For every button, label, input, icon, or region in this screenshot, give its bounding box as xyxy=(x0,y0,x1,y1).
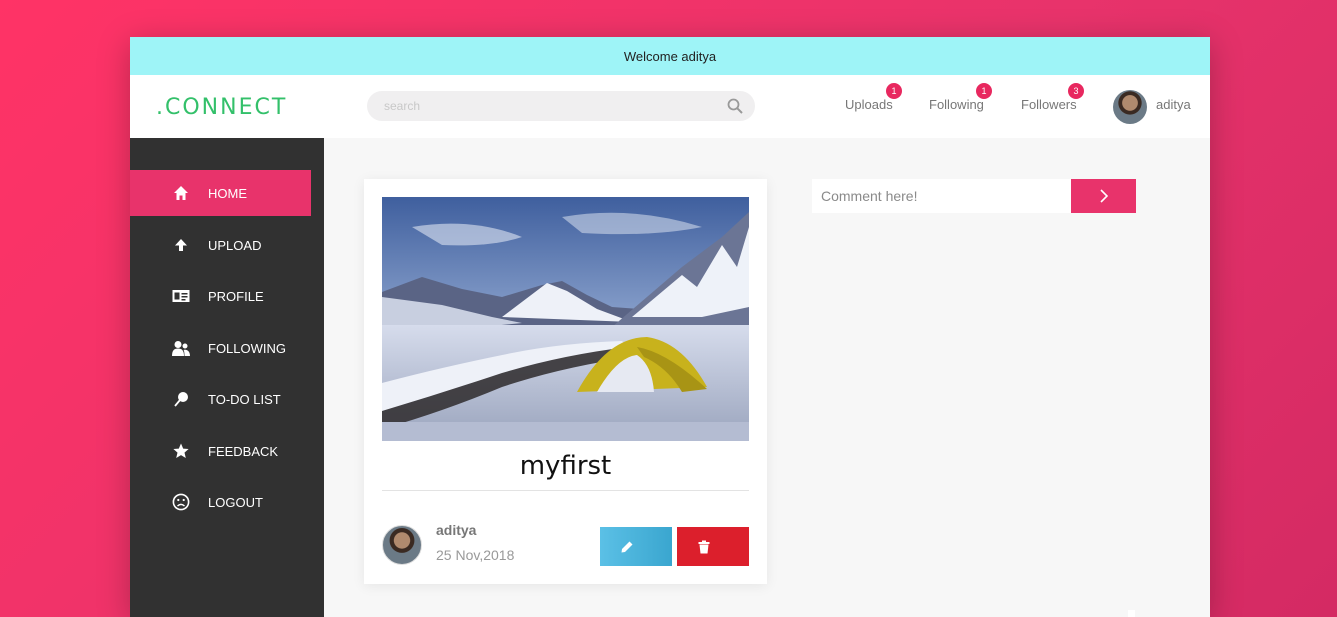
sidebar-item-label: HOME xyxy=(208,185,247,201)
top-navbar: .CONNECT Uploads 1 Following 1 Followers… xyxy=(130,75,1210,138)
sidebar-item-label: FEEDBACK xyxy=(208,443,279,459)
search-icon[interactable] xyxy=(727,98,743,114)
user-name[interactable]: aditya xyxy=(1156,97,1191,112)
welcome-text: Welcome aditya xyxy=(623,48,717,64)
users-icon xyxy=(172,339,190,357)
sidebar-item-logout[interactable]: LOGOUT xyxy=(130,479,311,525)
sidebar-item-todo[interactable]: TO-DO LIST xyxy=(130,376,311,422)
post-image[interactable] xyxy=(382,197,749,441)
post-divider xyxy=(382,490,749,491)
sidebar-item-profile[interactable]: PROFILE xyxy=(130,273,311,319)
brand-logo[interactable]: .CONNECT xyxy=(156,95,287,120)
home-icon xyxy=(172,184,190,202)
comment-send-button[interactable] xyxy=(1071,179,1136,213)
nav-uploads-label: Uploads xyxy=(845,97,893,112)
sidebar-item-label: PROFILE xyxy=(208,288,264,304)
sad-face-icon xyxy=(172,493,190,511)
sidebar-item-label: LOGOUT xyxy=(208,494,263,510)
followers-count-badge: 3 xyxy=(1068,83,1084,99)
welcome-bar: Welcome aditya xyxy=(130,37,1210,75)
chevron-right-icon xyxy=(1099,189,1108,203)
sidebar-item-upload[interactable]: UPLOAD xyxy=(130,222,311,268)
sidebar-item-label: TO-DO LIST xyxy=(208,391,281,407)
sidebar-item-label: UPLOAD xyxy=(208,237,262,253)
post-card: myfirst aditya 25 Nov,2018 xyxy=(364,179,767,584)
user-avatar[interactable] xyxy=(1113,90,1147,124)
sidebar: HOME UPLOAD PROFILE FOLLOWING TO-DO LIST xyxy=(130,138,324,617)
nav-following-link[interactable]: Following 1 xyxy=(929,83,992,112)
uploads-count-badge: 1 xyxy=(886,83,902,99)
search-input[interactable] xyxy=(367,91,707,121)
comment-input[interactable] xyxy=(812,179,1071,213)
sidebar-item-feedback[interactable]: FEEDBACK xyxy=(130,428,311,474)
nav-following-label: Following xyxy=(929,97,984,112)
scroll-indicator xyxy=(1128,610,1135,617)
nav-followers-link[interactable]: Followers 3 xyxy=(1021,83,1084,112)
edit-post-button[interactable] xyxy=(600,527,672,566)
search-bar xyxy=(367,91,755,121)
app-window: Welcome aditya .CONNECT Uploads 1 Follow… xyxy=(130,37,1210,617)
sidebar-item-home[interactable]: HOME xyxy=(130,170,311,216)
sidebar-item-label: FOLLOWING xyxy=(208,340,287,356)
star-icon xyxy=(172,442,190,460)
sidebar-item-following[interactable]: FOLLOWING xyxy=(130,325,311,371)
delete-post-button[interactable] xyxy=(677,527,749,566)
following-count-badge: 1 xyxy=(976,83,992,99)
pencil-icon xyxy=(621,541,633,552)
author-avatar[interactable] xyxy=(382,525,422,565)
post-title: myfirst xyxy=(519,451,612,481)
nav-followers-label: Followers xyxy=(1021,97,1077,112)
arrow-up-icon xyxy=(172,236,190,254)
post-date: 25 Nov,2018 xyxy=(436,547,515,563)
author-name[interactable]: aditya xyxy=(436,522,476,538)
trash-icon xyxy=(698,540,710,553)
pushpin-icon xyxy=(172,390,190,408)
nav-uploads-link[interactable]: Uploads 1 xyxy=(845,83,902,112)
id-card-icon xyxy=(172,287,190,305)
